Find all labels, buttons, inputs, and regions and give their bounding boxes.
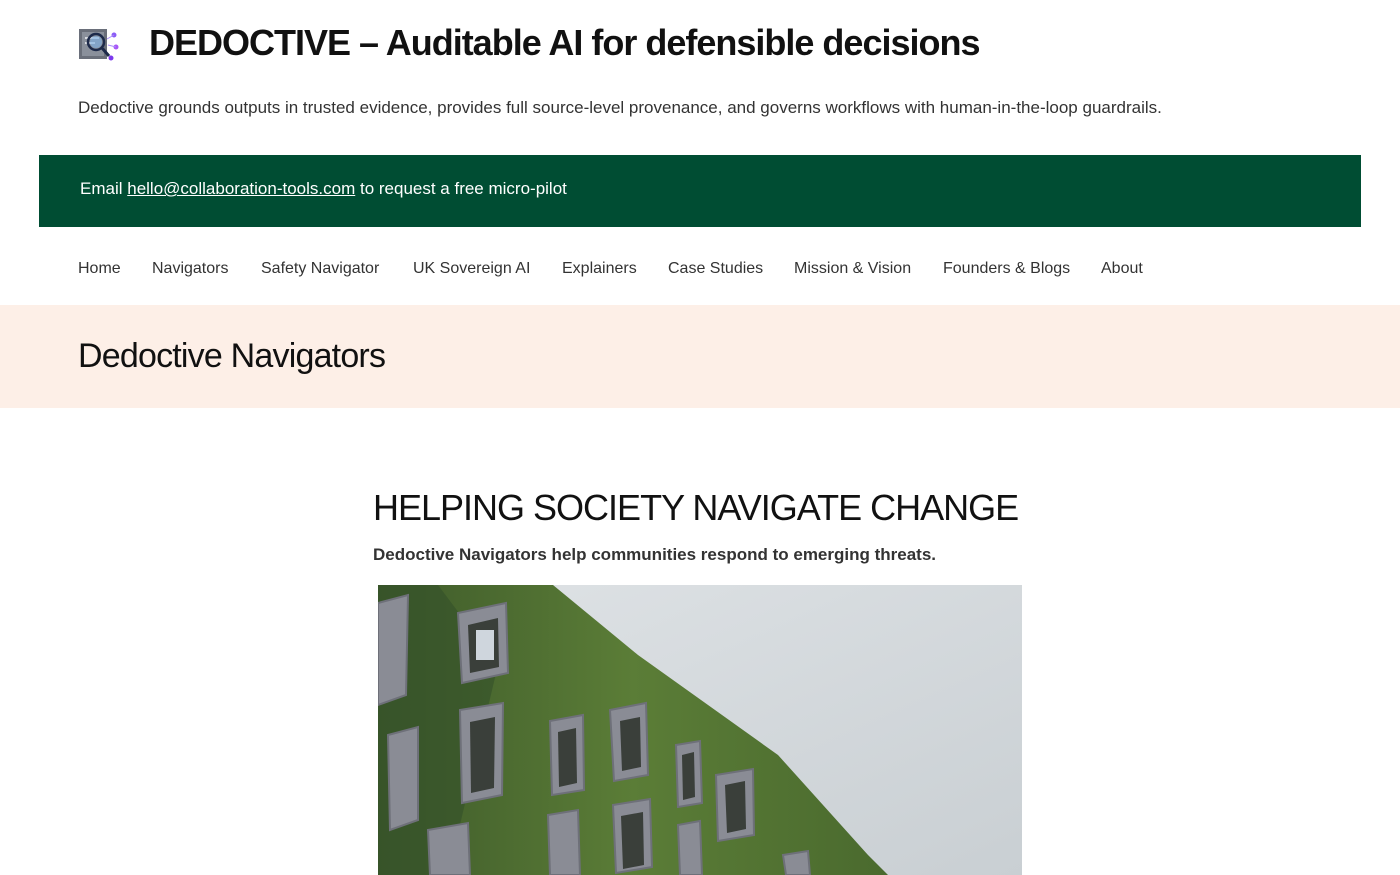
nav-item-about[interactable]: About [1101, 260, 1143, 278]
section-heading: HELPING SOCIETY NAVIGATE CHANGE [373, 487, 1019, 528]
email-link[interactable]: hello@collaboration-tools.com [127, 179, 355, 198]
nav-item-uk-sovereign-ai[interactable]: UK Sovereign AI [413, 260, 530, 278]
magnifier-document-icon[interactable] [78, 25, 120, 63]
hero-image-green-building [378, 585, 1022, 875]
nav-item-founders-blogs[interactable]: Founders & Blogs [943, 260, 1070, 278]
banner-suffix: to request a free micro-pilot [359, 179, 567, 198]
contact-banner: Email hello@collaboration-tools.com to r… [39, 155, 1361, 227]
nav-item-safety-navigator[interactable]: Safety Navigator [261, 260, 379, 278]
site-tagline: Dedoctive grounds outputs in trusted evi… [78, 98, 1162, 117]
site-title[interactable]: DEDOCTIVE – Auditable AI for defensible … [149, 22, 980, 64]
nav-item-explainers[interactable]: Explainers [562, 260, 637, 278]
page-title-band: Dedoctive Navigators [0, 305, 1400, 408]
nav-item-case-studies[interactable]: Case Studies [668, 260, 763, 278]
nav-item-mission-vision[interactable]: Mission & Vision [794, 260, 911, 278]
nav-item-navigators[interactable]: Navigators [152, 260, 228, 278]
main-nav: Home Navigators Safety Navigator UK Sove… [0, 250, 1400, 290]
page-title: Dedoctive Navigators [78, 337, 386, 375]
site-header: DEDOCTIVE – Auditable AI for defensible … [0, 0, 1400, 150]
banner-prefix: Email [80, 179, 123, 198]
nav-item-home[interactable]: Home [78, 260, 121, 278]
banner-text: Email hello@collaboration-tools.com to r… [80, 179, 567, 199]
section-subheading: Dedoctive Navigators help communities re… [373, 545, 937, 564]
